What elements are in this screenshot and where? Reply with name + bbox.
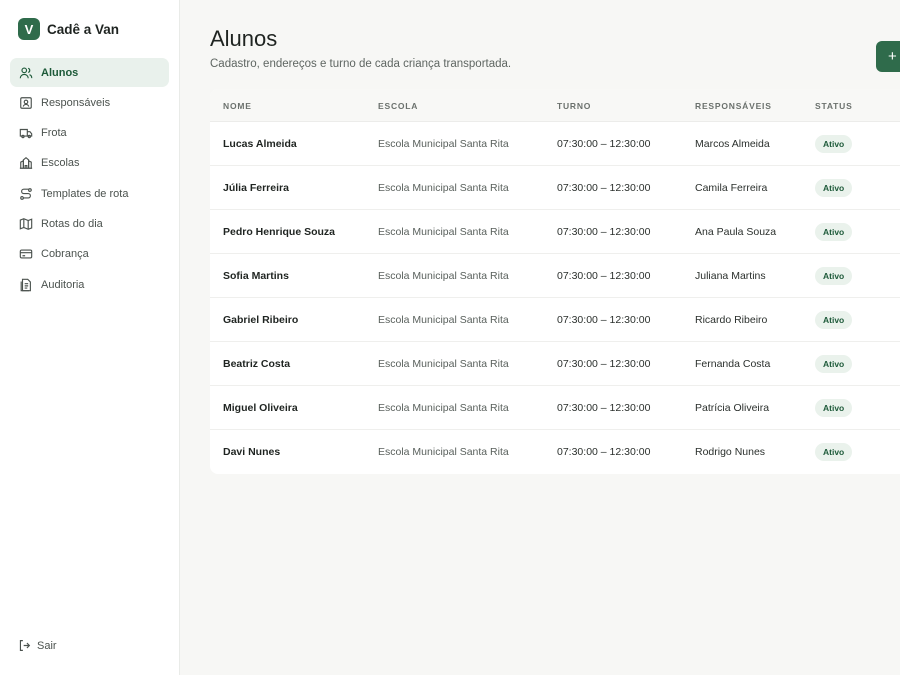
table-row[interactable]: Gabriel Ribeiro Escola Municipal Santa R… — [210, 298, 900, 342]
column-header-responsaveis[interactable]: RESPONSÁVEIS — [695, 101, 772, 111]
sidebar-item-label: Alunos — [41, 66, 79, 79]
sidebar-item-rotas-do-dia[interactable]: Rotas do dia — [10, 209, 169, 238]
cell-responsaveis: Ricardo Ribeiro — [695, 314, 768, 326]
status-badge: Ativo — [815, 355, 853, 373]
status-badge: Ativo — [815, 311, 853, 329]
sidebar-item-frota[interactable]: Frota — [10, 119, 169, 148]
credit-card-icon — [19, 247, 33, 261]
cell-escola: Escola Municipal Santa Rita — [378, 226, 509, 238]
sidebar-item-cobranca[interactable]: Cobrança — [10, 240, 169, 269]
page-subtitle: Cadastro, endereços e turno de cada cria… — [210, 58, 512, 70]
status-badge: Ativo — [815, 267, 853, 285]
cell-nome: Miguel Oliveira — [223, 402, 298, 414]
column-header-escola[interactable]: ESCOLA — [378, 101, 418, 111]
audit-log-icon — [19, 278, 33, 292]
sidebar-item-label: Auditoria — [41, 278, 85, 291]
cell-nome: Júlia Ferreira — [223, 182, 289, 194]
status-badge: Ativo — [815, 179, 853, 197]
map-icon — [19, 217, 33, 231]
cell-turno: 07:30:00 – 12:30:00 — [557, 138, 651, 150]
status-badge: Ativo — [815, 399, 853, 417]
route-icon — [19, 187, 33, 201]
logout-icon — [18, 639, 31, 652]
school-icon — [19, 156, 33, 170]
cell-escola: Escola Municipal Santa Rita — [378, 314, 509, 326]
cell-escola: Escola Municipal Santa Rita — [378, 270, 509, 282]
sidebar-item-label: Frota — [41, 127, 67, 140]
status-badge: Ativo — [815, 223, 853, 241]
cell-responsaveis: Juliana Martins — [695, 270, 766, 282]
cell-nome: Pedro Henrique Souza — [223, 226, 336, 238]
cell-nome: Beatriz Costa — [223, 358, 291, 370]
brand-name: Cadê a Van — [47, 21, 120, 37]
table-row[interactable]: Pedro Henrique Souza Escola Municipal Sa… — [210, 210, 900, 254]
cell-responsaveis: Patrícia Oliveira — [695, 402, 770, 414]
brand[interactable]: V Cadê a Van — [18, 18, 119, 40]
sidebar-item-label: Rotas do dia — [41, 217, 103, 230]
status-badge: Ativo — [815, 135, 853, 153]
column-header-nome[interactable]: NOME — [223, 101, 252, 111]
cell-nome: Davi Nunes — [223, 446, 281, 458]
cell-escola: Escola Municipal Santa Rita — [378, 182, 509, 194]
cell-nome: Sofia Martins — [223, 270, 289, 282]
plus-icon: + — [888, 48, 897, 65]
brand-logo: V — [18, 18, 40, 40]
add-student-button[interactable]: + — [876, 41, 900, 72]
sidebar-item-label: Responsáveis — [41, 96, 111, 109]
cell-responsaveis: Fernanda Costa — [695, 358, 771, 370]
cell-nome: Lucas Almeida — [223, 138, 297, 150]
cell-turno: 07:30:00 – 12:30:00 — [557, 182, 651, 194]
logout-label: Sair — [37, 639, 57, 652]
cell-escola: Escola Municipal Santa Rita — [378, 446, 509, 458]
table-row[interactable]: Beatriz Costa Escola Municipal Santa Rit… — [210, 342, 900, 386]
table-row[interactable]: Lucas Almeida Escola Municipal Santa Rit… — [210, 122, 900, 166]
students-table: NOME ESCOLA TURNO RESPONSÁVEIS STATUS Lu… — [210, 89, 900, 474]
table-row[interactable]: Miguel Oliveira Escola Municipal Santa R… — [210, 386, 900, 430]
sidebar-item-escolas[interactable]: Escolas — [10, 149, 169, 178]
cell-turno: 07:30:00 – 12:30:00 — [557, 270, 651, 282]
cell-responsaveis: Rodrigo Nunes — [695, 446, 766, 458]
cell-escola: Escola Municipal Santa Rita — [378, 402, 509, 414]
contact-card-icon — [19, 96, 33, 110]
sidebar-item-label: Escolas — [41, 157, 80, 170]
column-header-turno[interactable]: TURNO — [557, 101, 591, 111]
table-row[interactable]: Davi Nunes Escola Municipal Santa Rita 0… — [210, 430, 900, 474]
bus-icon — [19, 126, 33, 140]
sidebar-nav: Alunos Responsáveis Frota Escolas Templa… — [10, 58, 169, 300]
table-header: NOME ESCOLA TURNO RESPONSÁVEIS STATUS — [210, 89, 900, 122]
sidebar-item-templates-de-rota[interactable]: Templates de rota — [10, 179, 169, 208]
sidebar: V Cadê a Van Alunos Responsáveis Frota E… — [0, 0, 180, 675]
table-row[interactable]: Júlia Ferreira Escola Municipal Santa Ri… — [210, 166, 900, 210]
cell-turno: 07:30:00 – 12:30:00 — [557, 402, 651, 414]
column-header-status[interactable]: STATUS — [815, 101, 853, 111]
cell-escola: Escola Municipal Santa Rita — [378, 138, 509, 150]
cell-nome: Gabriel Ribeiro — [223, 314, 299, 326]
cell-responsaveis: Ana Paula Souza — [695, 226, 777, 238]
sidebar-item-label: Cobrança — [41, 248, 89, 261]
sidebar-item-alunos[interactable]: Alunos — [10, 58, 169, 87]
sidebar-item-responsaveis[interactable]: Responsáveis — [10, 88, 169, 117]
cell-turno: 07:30:00 – 12:30:00 — [557, 314, 651, 326]
cell-turno: 07:30:00 – 12:30:00 — [557, 226, 651, 238]
sidebar-item-auditoria[interactable]: Auditoria — [10, 270, 169, 299]
users-icon — [19, 66, 33, 80]
cell-responsaveis: Camila Ferreira — [695, 182, 768, 194]
status-badge: Ativo — [815, 443, 853, 461]
table-row[interactable]: Sofia Martins Escola Municipal Santa Rit… — [210, 254, 900, 298]
page-title: Alunos — [210, 26, 278, 51]
sidebar-item-label: Templates de rota — [41, 187, 129, 200]
logout-button[interactable]: Sair — [18, 639, 57, 652]
cell-turno: 07:30:00 – 12:30:00 — [557, 358, 651, 370]
cell-escola: Escola Municipal Santa Rita — [378, 358, 509, 370]
cell-responsaveis: Marcos Almeida — [695, 138, 770, 150]
cell-turno: 07:30:00 – 12:30:00 — [557, 446, 651, 458]
